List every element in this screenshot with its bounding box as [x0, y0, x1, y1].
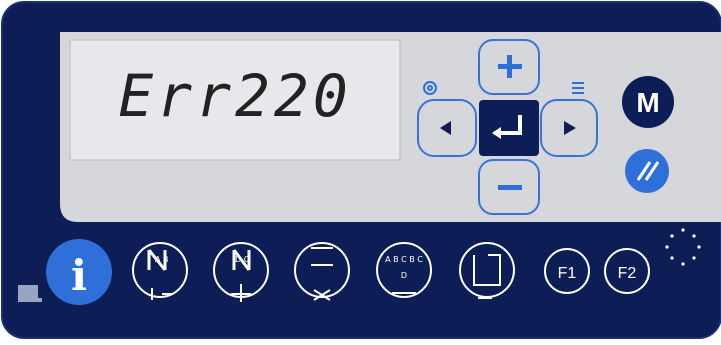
list-icon — [572, 82, 584, 94]
f2-button[interactable]: F2 — [604, 248, 650, 294]
svg-text:i: i — [71, 251, 87, 300]
reset-button[interactable] — [625, 149, 669, 193]
right-button[interactable] — [540, 99, 598, 157]
svg-text:M: M — [636, 87, 659, 118]
f1-button[interactable]: F1 — [544, 248, 590, 294]
svg-text:F1: F1 — [558, 265, 577, 282]
pattern-button-5[interactable] — [459, 242, 515, 299]
plus-button[interactable] — [478, 39, 540, 95]
info-button[interactable]: i — [46, 239, 112, 305]
svg-text:A B C B C: A B C B C — [385, 255, 423, 264]
error-code-display: Err220 — [118, 62, 352, 130]
left-button[interactable] — [417, 99, 477, 157]
pattern-button-4[interactable]: A B C B C D — [376, 242, 432, 298]
svg-text:A B: A B — [155, 255, 169, 264]
svg-text:D C: D C — [235, 255, 250, 264]
minus-button[interactable] — [478, 159, 540, 215]
svg-text:D: D — [401, 271, 407, 280]
mode-button[interactable]: M — [622, 76, 674, 128]
enter-button[interactable] — [479, 100, 539, 156]
svg-text:F2: F2 — [618, 265, 637, 282]
